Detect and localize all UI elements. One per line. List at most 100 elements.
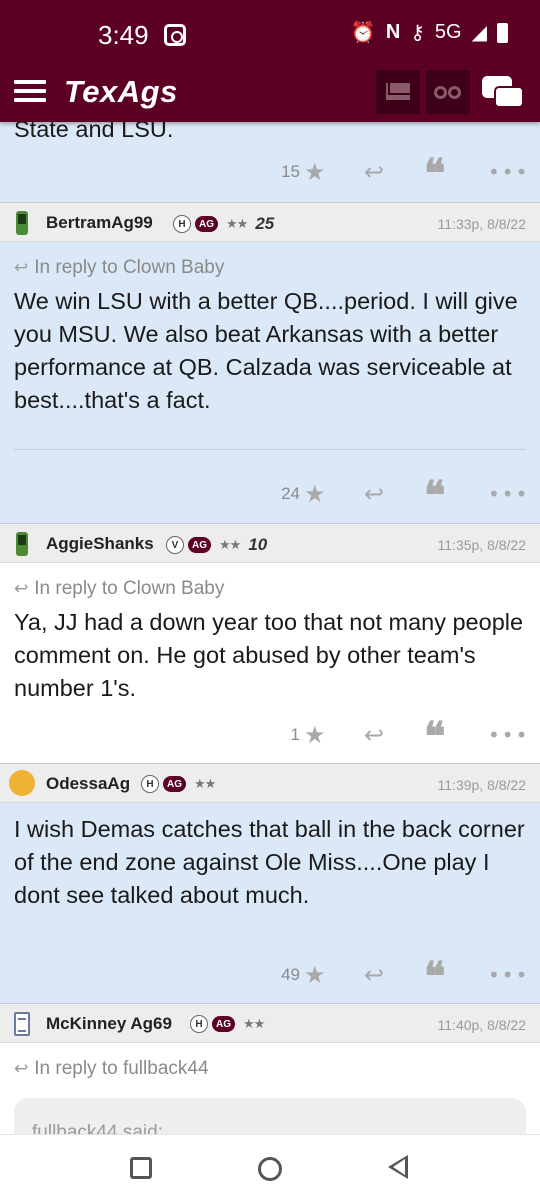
more-icon[interactable]: ••• <box>488 963 529 987</box>
badge-letter: V <box>166 536 184 554</box>
badge-ag: AG <box>212 1016 235 1032</box>
site-logo[interactable]: TexAgs <box>64 74 178 110</box>
reply-icon[interactable]: ↩ <box>364 961 384 989</box>
post-time: 11:33p, 8/8/22 <box>437 216 526 232</box>
badge-stars: ★★ <box>194 776 216 791</box>
star-icon[interactable]: ★ <box>304 158 326 186</box>
badge-level: 10 <box>248 535 268 554</box>
chat-icon-back <box>494 86 524 108</box>
post-text: We win LSU with a better QB....period. I… <box>14 288 518 413</box>
alarm-icon: ⏰ <box>350 22 376 44</box>
mail-icon <box>386 83 410 100</box>
reply-to-text: In reply to fullback44 <box>34 1058 209 1079</box>
quote-author-label: fullback44 said: <box>32 1122 163 1134</box>
back-button[interactable] <box>388 1155 408 1179</box>
badge-level: 25 <box>255 214 275 233</box>
post-body: I wish Demas catches that ball in the ba… <box>0 803 540 1003</box>
recents-button[interactable] <box>130 1157 152 1179</box>
reply-to-link[interactable]: ↩ In reply to Clown Baby <box>14 257 224 279</box>
status-time: 3:49 <box>98 20 149 50</box>
star-icon[interactable]: ★ <box>304 721 326 749</box>
like-count: 15 <box>281 162 300 181</box>
avatar[interactable] <box>9 770 35 796</box>
star-icon[interactable]: ★ <box>304 480 326 508</box>
user-badges: H AG ★★ 25 <box>173 214 274 234</box>
avatar[interactable] <box>14 1012 30 1036</box>
post-header: AggieShanks V AG ★★ 10 11:35p, 8/8/22 <box>0 523 540 563</box>
more-icon[interactable]: ••• <box>488 723 529 747</box>
status-icons: ⏰ N ⚷ 5G ◢ <box>351 20 508 45</box>
post-divider <box>14 449 526 450</box>
chat-button[interactable] <box>480 74 526 114</box>
user-badges: V AG ★★ 10 <box>166 535 267 555</box>
like-count: 49 <box>281 965 300 984</box>
app-header: TexAgs <box>0 68 540 122</box>
badge-stars: ★★ <box>243 1016 265 1031</box>
badge-ag: AG <box>195 216 218 232</box>
post-text: I wish Demas catches that ball in the ba… <box>14 816 525 908</box>
quote-icon[interactable]: ❝ <box>424 713 446 760</box>
key-icon: ⚷ <box>410 22 425 44</box>
post-text: State and LSU. <box>14 122 174 142</box>
hamburger-menu-icon[interactable] <box>14 78 48 104</box>
username[interactable]: OdessaAg <box>46 774 130 794</box>
network-label: 5G <box>434 21 462 43</box>
avatar[interactable] <box>16 211 28 235</box>
post-header: BertramAg99 H AG ★★ 25 11:33p, 8/8/22 <box>0 202 540 242</box>
badge-letter: H <box>141 775 159 793</box>
reply-to-link[interactable]: ↩ In reply to Clown Baby <box>14 578 224 600</box>
post-time: 11:35p, 8/8/22 <box>437 537 526 553</box>
more-icon[interactable]: ••• <box>488 160 529 184</box>
quote-icon[interactable]: ❝ <box>424 150 446 197</box>
reply-icon[interactable]: ↩ <box>364 721 384 749</box>
thread-feed[interactable]: State and LSU. 15 ★ ↩ ❝ ••• BertramAg99 … <box>0 122 540 1134</box>
screen-record-icon <box>164 24 186 46</box>
post-body: ↩ In reply to fullback44 fullback44 said… <box>0 1043 540 1134</box>
quote-icon[interactable]: ❝ <box>424 953 446 1000</box>
badge-ag: AG <box>188 537 211 553</box>
binoculars-lens <box>448 86 461 99</box>
mail-button[interactable] <box>376 70 420 114</box>
badge-ag: AG <box>163 776 186 792</box>
post-actions: 15 ★ ↩ ❝ ••• <box>0 150 540 197</box>
like-count: 24 <box>281 484 300 503</box>
reply-small-icon: ↩ <box>14 1059 29 1078</box>
post-body: ↩ In reply to Clown Baby Ya, JJ had a do… <box>0 563 540 763</box>
post-time: 11:40p, 8/8/22 <box>437 1017 526 1033</box>
post-header: OdessaAg H AG ★★ 11:39p, 8/8/22 <box>0 763 540 803</box>
binoculars-icon <box>434 86 447 99</box>
status-bar: 3:49 ⏰ N ⚷ 5G ◢ <box>0 0 540 68</box>
more-icon[interactable]: ••• <box>488 482 529 506</box>
username[interactable]: McKinney Ag69 <box>46 1014 172 1034</box>
post-partial: State and LSU. 15 ★ ↩ ❝ ••• <box>0 122 540 202</box>
badge-stars: ★★ <box>226 216 248 231</box>
home-button[interactable] <box>258 1157 282 1181</box>
badge-stars: ★★ <box>219 537 241 552</box>
post-text: Ya, JJ had a down year too that not many… <box>14 609 524 701</box>
battery-icon <box>497 22 508 43</box>
like-count: 1 <box>290 725 300 744</box>
reply-icon[interactable]: ↩ <box>364 158 384 186</box>
reply-small-icon: ↩ <box>14 579 29 598</box>
reply-small-icon: ↩ <box>14 258 29 277</box>
avatar[interactable] <box>16 532 28 556</box>
username[interactable]: BertramAg99 <box>46 213 153 233</box>
post-body: ↩ In reply to Clown Baby We win LSU with… <box>0 242 540 523</box>
reply-to-text: In reply to Clown Baby <box>34 257 225 278</box>
post-header: McKinney Ag69 H AG ★★ 11:40p, 8/8/22 <box>0 1003 540 1043</box>
watch-button[interactable] <box>426 70 470 114</box>
star-icon[interactable]: ★ <box>304 961 326 989</box>
signal-icon: ◢ <box>471 22 487 44</box>
reply-to-text: In reply to Clown Baby <box>34 578 225 599</box>
post-actions: 24 ★ ↩ ❝ ••• <box>0 472 540 519</box>
username[interactable]: AggieShanks <box>46 534 154 554</box>
post-actions: 1 ★ ↩ ❝ ••• <box>0 713 540 760</box>
reply-icon[interactable]: ↩ <box>364 480 384 508</box>
quote-icon[interactable]: ❝ <box>424 472 446 519</box>
badge-letter: H <box>190 1015 208 1033</box>
reply-to-link[interactable]: ↩ In reply to fullback44 <box>14 1058 209 1080</box>
badge-letter: H <box>173 215 191 233</box>
quote-box: fullback44 said: <box>14 1098 526 1134</box>
user-badges: H AG ★★ <box>141 775 216 793</box>
user-badges: H AG ★★ <box>190 1015 265 1033</box>
